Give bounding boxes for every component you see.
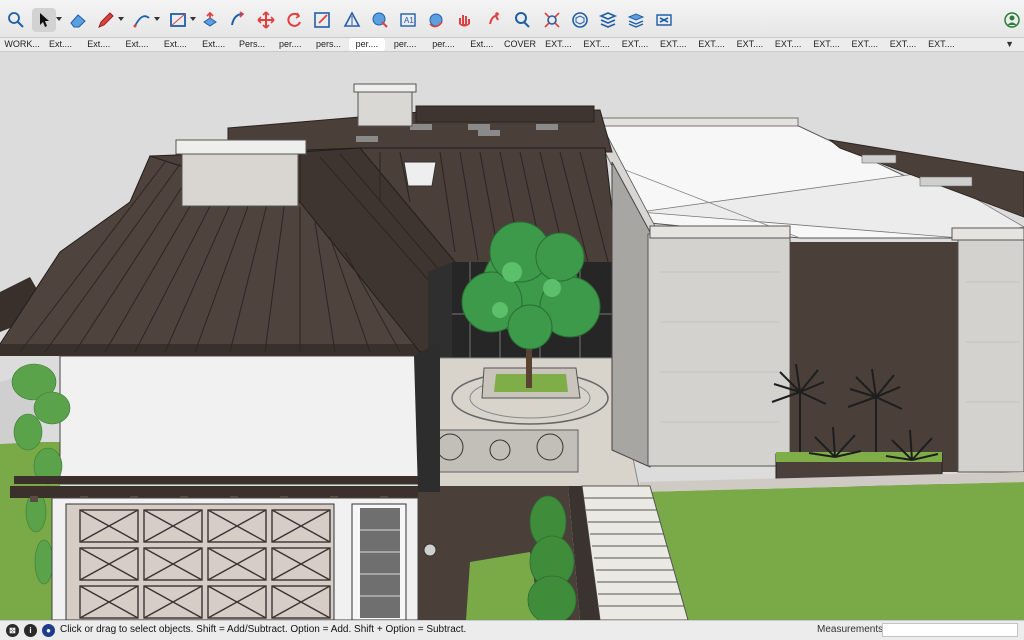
scene-tab[interactable]: EXT.... — [808, 38, 844, 51]
paint-bucket-icon[interactable] — [368, 8, 392, 32]
scene-tabs-bar: WORK... Ext.... Ext.... Ext.... Ext.... Ext..… — [0, 38, 1024, 52]
credits-icon[interactable]: i — [24, 624, 37, 637]
tabs-overflow-chevron-icon[interactable]: ▼ — [1005, 38, 1014, 51]
push-pull-icon[interactable] — [198, 8, 222, 32]
scene-tab[interactable]: Ext.... — [42, 38, 78, 51]
chevron-down-icon[interactable] — [154, 17, 160, 21]
tape-measure-icon[interactable] — [340, 8, 364, 32]
geolocation-icon[interactable]: ⊠ — [6, 624, 19, 637]
orbit-icon[interactable] — [424, 8, 448, 32]
text-icon[interactable]: A1 — [396, 8, 420, 32]
model-scene — [0, 52, 1024, 620]
scene-tab[interactable]: EXT.... — [540, 38, 576, 51]
scene-tab[interactable]: EXT.... — [885, 38, 921, 51]
scene-tab[interactable]: per.... — [425, 38, 461, 51]
scene-tab[interactable]: Ext.... — [119, 38, 155, 51]
search-icon[interactable] — [4, 8, 28, 32]
scene-tab[interactable]: per.... — [272, 38, 308, 51]
eraser-icon[interactable] — [66, 8, 90, 32]
move-icon[interactable] — [254, 8, 278, 32]
scene-tab[interactable]: pers... — [310, 38, 346, 51]
rotate-icon[interactable] — [282, 8, 306, 32]
main-toolbar: A1 — [0, 0, 1024, 38]
scene-tab[interactable]: EXT.... — [770, 38, 806, 51]
3d-warehouse-icon[interactable] — [568, 8, 592, 32]
scale-icon[interactable] — [310, 8, 334, 32]
scene-tab[interactable]: Ext.... — [196, 38, 232, 51]
scene-tab[interactable]: Ext.... — [157, 38, 193, 51]
rectangle-icon[interactable] — [166, 8, 190, 32]
zoom-extents-icon[interactable] — [540, 8, 564, 32]
chevron-down-icon[interactable] — [118, 17, 124, 21]
scene-tab[interactable]: EXT.... — [693, 38, 729, 51]
user-icon[interactable]: ● — [42, 624, 55, 637]
scene-tab[interactable]: Ext.... — [81, 38, 117, 51]
select-arrow-icon[interactable] — [32, 8, 56, 32]
status-message: Click or drag to select objects. Shift =… — [60, 624, 467, 635]
scene-tab[interactable]: Pers... — [234, 38, 270, 51]
scene-tab[interactable]: EXT.... — [579, 38, 615, 51]
measurements-input[interactable] — [882, 623, 1018, 637]
svg-text:A1: A1 — [404, 16, 414, 25]
extension-warehouse-icon[interactable] — [596, 8, 620, 32]
model-viewport[interactable] — [0, 52, 1024, 620]
scene-tab[interactable]: per.... — [348, 38, 385, 51]
chevron-down-icon[interactable] — [190, 17, 196, 21]
scene-tab[interactable]: COVER — [502, 38, 538, 51]
scene-tab[interactable]: WORK... — [4, 38, 40, 51]
scene-tab[interactable]: EXT.... — [617, 38, 653, 51]
arc-icon[interactable] — [130, 8, 154, 32]
pan-icon[interactable] — [452, 8, 476, 32]
walk-icon[interactable] — [482, 8, 506, 32]
user-account-icon[interactable] — [1000, 8, 1024, 32]
scene-tab[interactable]: per.... — [387, 38, 423, 51]
layout-icon[interactable] — [652, 8, 676, 32]
follow-me-icon[interactable] — [226, 8, 250, 32]
scene-tab[interactable]: EXT.... — [732, 38, 768, 51]
scene-tab[interactable]: EXT.... — [847, 38, 883, 51]
scene-tab[interactable]: EXT.... — [655, 38, 691, 51]
layers-icon[interactable] — [624, 8, 648, 32]
scene-tab[interactable]: Ext.... — [464, 38, 500, 51]
status-bar: ⊠ i ● Click or drag to select objects. S… — [0, 620, 1024, 640]
chevron-down-icon[interactable] — [56, 17, 62, 21]
scene-tab[interactable]: EXT.... — [923, 38, 959, 51]
pencil-icon[interactable] — [94, 8, 118, 32]
measurements-label: Measurements — [817, 624, 884, 635]
zoom-icon[interactable] — [510, 8, 534, 32]
